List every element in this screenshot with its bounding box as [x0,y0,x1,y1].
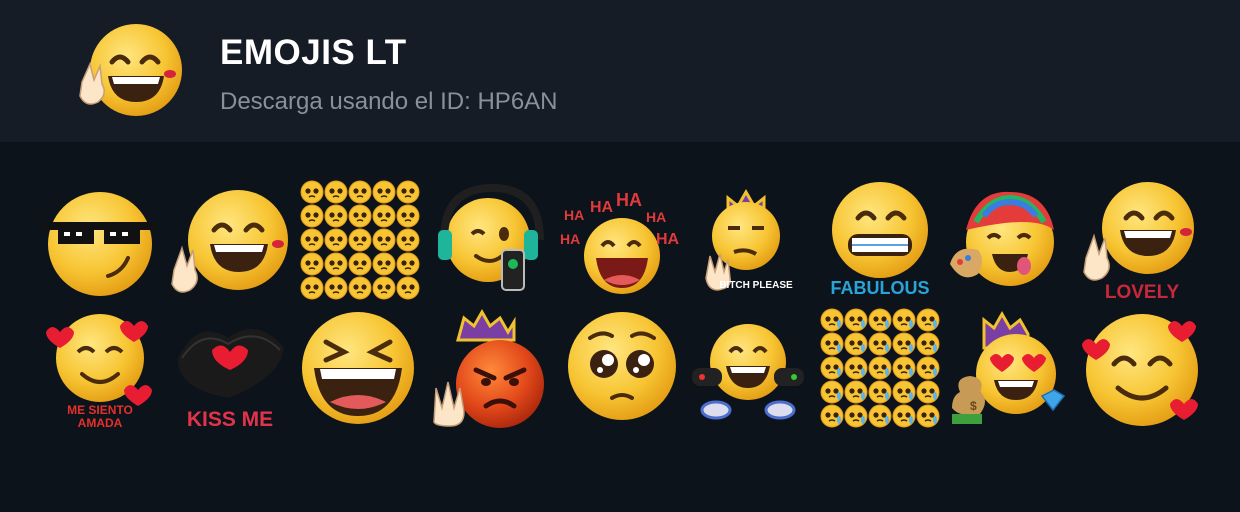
mini-emoji [396,252,420,276]
mini-emoji [396,276,420,300]
mini-emoji [300,276,324,300]
mini-emoji [348,276,372,300]
mini-emoji [396,228,420,252]
mini-emoji [300,180,324,204]
mini-emoji [916,332,940,356]
sticker-bitch-please[interactable]: BITCH PLEASE [694,182,818,306]
sticker-rich-king[interactable]: $ [946,310,1070,434]
mini-emoji [324,180,348,204]
pack-header: EMOJIS LT Descarga usando el ID: HP6AN [0,0,1240,142]
mini-emoji [372,180,396,204]
mini-emoji [844,308,868,332]
mini-emoji [844,356,868,380]
mini-emoji [844,404,868,428]
sticker-rainbow-hair[interactable] [944,182,1068,306]
sticker-sunglasses[interactable] [38,182,162,306]
hahaha-caption-6: HA [560,231,580,247]
mini-emoji [868,380,892,404]
mini-emoji [820,404,844,428]
mini-emoji [324,276,348,300]
sticker-headphones-wink[interactable] [432,178,556,302]
sticker-pleading[interactable] [560,310,684,434]
mini-emoji [820,308,844,332]
mini-emoji [892,356,916,380]
sticker-pleading-grid[interactable] [298,178,422,302]
hahaha-caption-4: HA [646,209,666,225]
sticker-kiss-me[interactable]: KISS ME [168,306,292,430]
mini-emoji [892,404,916,428]
sticker-crying-grid[interactable] [818,306,942,430]
mini-emoji [372,276,396,300]
mini-emoji [868,356,892,380]
mini-emoji [372,252,396,276]
mini-emoji [868,332,892,356]
mini-emoji [348,228,372,252]
mini-emoji [348,204,372,228]
sticker-grid: HA HA HA HA HA HA BITCH PLEASE FABULOUS [0,142,1240,512]
sticker-lovely[interactable]: LOVELY [1080,178,1204,302]
sticker-fabulous[interactable]: FABULOUS [818,178,942,302]
pack-icon [72,20,190,120]
sticker-angry-king[interactable] [428,306,552,430]
mini-emoji [868,404,892,428]
mini-emoji [300,228,324,252]
hahaha-caption-1: HA [564,207,584,223]
mini-emoji [916,308,940,332]
mini-emoji [324,252,348,276]
mini-emoji [348,180,372,204]
sticker-peace-grin[interactable] [170,182,294,306]
mini-emoji [868,308,892,332]
me-siento-amada-caption: ME SIENTO AMADA [67,404,133,430]
pack-title: EMOJIS LT [220,33,407,72]
mini-emoji [372,204,396,228]
mini-emoji [916,404,940,428]
kiss-me-caption: KISS ME [187,408,273,430]
hahaha-caption-3: HA [616,190,642,210]
sticker-me-siento-amada[interactable]: ME SIENTO AMADA [38,310,162,434]
mini-emoji [300,204,324,228]
fabulous-caption: FABULOUS [831,278,930,298]
mini-emoji [892,380,916,404]
pack-id-subtitle: Descarga usando el ID: HP6AN [220,88,558,115]
svg-text:$: $ [970,399,977,413]
mini-emoji [324,204,348,228]
mini-emoji [324,228,348,252]
mini-emoji [892,332,916,356]
mini-emoji [396,180,420,204]
mini-emoji [820,380,844,404]
mini-emoji [396,204,420,228]
mini-emoji [372,228,396,252]
mini-emoji [916,380,940,404]
hahaha-caption-2: HA [590,199,614,216]
mini-emoji [820,356,844,380]
mini-emoji [916,356,940,380]
mini-emoji [300,252,324,276]
mini-emoji [844,380,868,404]
mini-emoji [844,332,868,356]
mini-emoji [892,308,916,332]
mini-emoji [820,332,844,356]
hahaha-caption-5: HA [656,231,680,248]
mini-emoji [348,252,372,276]
bitch-please-caption: BITCH PLEASE [719,280,793,291]
sticker-laughing[interactable] [296,306,420,430]
sticker-hahaha[interactable]: HA HA HA HA HA HA [556,182,680,306]
lovely-caption: LOVELY [1105,282,1180,302]
sticker-gamer[interactable] [686,310,810,434]
sticker-hearts-smile[interactable] [1080,306,1204,430]
